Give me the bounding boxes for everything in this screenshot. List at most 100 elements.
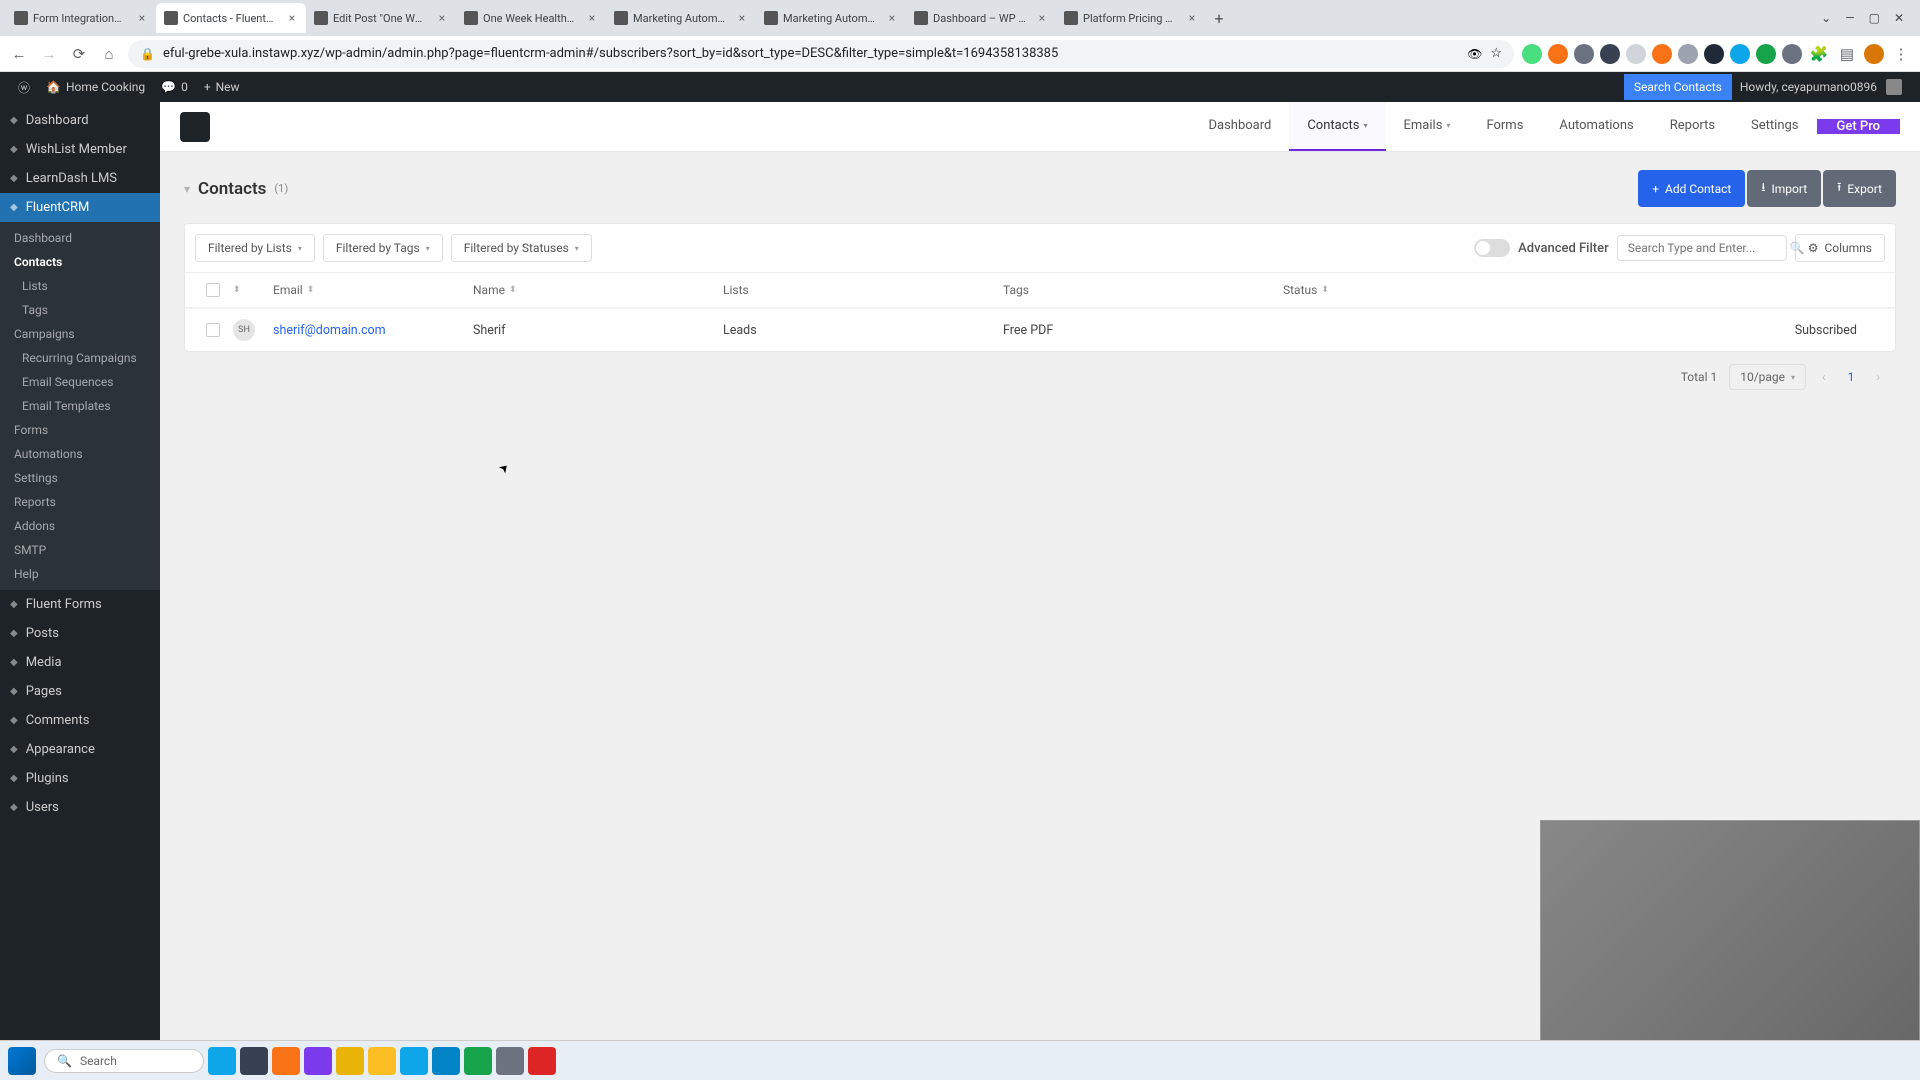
browser-tab[interactable]: Contacts - FluentCRM× bbox=[156, 3, 306, 33]
howdy-user[interactable]: Howdy, ceyapumano0896 bbox=[1732, 79, 1910, 95]
submenu-item[interactable]: Dashboard bbox=[0, 226, 160, 250]
sidebar-item-learndash[interactable]: LearnDash LMS bbox=[0, 164, 160, 193]
profile-avatar[interactable] bbox=[1864, 44, 1884, 64]
nav-emails[interactable]: Emails ▾ bbox=[1386, 102, 1469, 151]
extension-icon[interactable] bbox=[1522, 44, 1542, 64]
fluentcrm-logo-icon[interactable] bbox=[180, 112, 210, 142]
browser-tab[interactable]: Dashboard – WP Manag× bbox=[906, 3, 1056, 33]
nav-settings[interactable]: Settings bbox=[1733, 102, 1816, 151]
submenu-item[interactable]: Email Sequences bbox=[0, 370, 160, 394]
column-status[interactable]: Status ⬍ bbox=[1283, 283, 1887, 297]
sidebar-item-fluentforms[interactable]: Fluent Forms bbox=[0, 590, 160, 619]
extension-icon[interactable] bbox=[1782, 44, 1802, 64]
submenu-item[interactable]: Addons bbox=[0, 514, 160, 538]
nav-reports[interactable]: Reports bbox=[1652, 102, 1733, 151]
search-contacts-button[interactable]: Search Contacts bbox=[1624, 74, 1732, 100]
nav-forms[interactable]: Forms bbox=[1468, 102, 1541, 151]
submenu-item[interactable]: Lists bbox=[0, 274, 160, 298]
close-icon[interactable]: × bbox=[136, 12, 148, 24]
side-panel-icon[interactable]: ▤ bbox=[1836, 43, 1858, 65]
submenu-item[interactable]: Reports bbox=[0, 490, 160, 514]
nav-dashboard[interactable]: Dashboard bbox=[1190, 102, 1289, 151]
submenu-item[interactable]: Recurring Campaigns bbox=[0, 346, 160, 370]
close-button[interactable]: ✕ bbox=[1894, 11, 1904, 25]
submenu-item[interactable]: Automations bbox=[0, 442, 160, 466]
import-button[interactable]: ⭳Import bbox=[1747, 170, 1821, 207]
url-bar[interactable]: 🔒 eful-grebe-xula.instawp.xyz/wp-admin/a… bbox=[128, 40, 1514, 68]
browser-tab[interactable]: Marketing Automation F× bbox=[756, 3, 906, 33]
filter-tags[interactable]: Filtered by Tags▾ bbox=[323, 234, 443, 262]
new-content[interactable]: + New bbox=[196, 80, 248, 94]
taskbar-app-icon[interactable] bbox=[496, 1047, 524, 1075]
comments-link[interactable]: 💬 0 bbox=[153, 80, 196, 94]
submenu-item[interactable]: SMTP bbox=[0, 538, 160, 562]
contact-email-link[interactable]: sherif@domain.com bbox=[273, 323, 473, 338]
extensions-menu-icon[interactable]: 🧩 bbox=[1808, 43, 1830, 65]
close-icon[interactable]: × bbox=[886, 12, 898, 24]
site-link[interactable]: 🏠 Home Cooking bbox=[38, 80, 153, 94]
sidebar-item-plugins[interactable]: Plugins bbox=[0, 764, 160, 793]
column-email[interactable]: Email⬍ bbox=[273, 283, 473, 297]
extension-icon[interactable] bbox=[1678, 44, 1698, 64]
submenu-item[interactable]: Settings bbox=[0, 466, 160, 490]
close-icon[interactable]: × bbox=[286, 12, 298, 24]
close-icon[interactable]: × bbox=[736, 12, 748, 24]
taskbar-app-icon[interactable] bbox=[240, 1047, 268, 1075]
sidebar-item-pages[interactable]: Pages bbox=[0, 677, 160, 706]
select-all-checkbox[interactable] bbox=[206, 283, 220, 297]
close-icon[interactable]: × bbox=[586, 12, 598, 24]
filter-statuses[interactable]: Filtered by Statuses▾ bbox=[451, 234, 592, 262]
back-button[interactable]: ← bbox=[8, 43, 30, 65]
sidebar-item-appearance[interactable]: Appearance bbox=[0, 735, 160, 764]
home-button[interactable]: ⌂ bbox=[98, 43, 120, 65]
close-icon[interactable]: × bbox=[436, 12, 448, 24]
extension-icon[interactable] bbox=[1730, 44, 1750, 64]
sidebar-item-posts[interactable]: Posts bbox=[0, 619, 160, 648]
start-button[interactable] bbox=[8, 1047, 36, 1075]
hide-icon[interactable]: 👁 bbox=[1467, 47, 1482, 61]
browser-tab[interactable]: Platform Pricing & Feat× bbox=[1056, 3, 1206, 33]
extension-icon[interactable] bbox=[1756, 44, 1776, 64]
extension-icon[interactable] bbox=[1652, 44, 1672, 64]
maximize-button[interactable]: ▢ bbox=[1869, 11, 1880, 25]
search-input-wrap[interactable]: 🔍 bbox=[1617, 235, 1787, 261]
new-tab-button[interactable]: + bbox=[1206, 5, 1232, 31]
taskbar-app-icon[interactable] bbox=[304, 1047, 332, 1075]
submenu-item-contacts[interactable]: Contacts bbox=[0, 250, 160, 274]
taskbar-app-icon[interactable] bbox=[400, 1047, 428, 1075]
taskbar-app-icon[interactable] bbox=[272, 1047, 300, 1075]
forward-button[interactable]: → bbox=[38, 43, 60, 65]
page-size-select[interactable]: 10/page▾ bbox=[1729, 364, 1806, 390]
submenu-item[interactable]: Help bbox=[0, 562, 160, 586]
sidebar-item-users[interactable]: Users bbox=[0, 793, 160, 822]
chevron-down-icon[interactable]: ▾ bbox=[184, 182, 190, 196]
submenu-item[interactable]: Email Templates bbox=[0, 394, 160, 418]
extension-icon[interactable] bbox=[1704, 44, 1724, 64]
export-button[interactable]: ⭱Export bbox=[1823, 170, 1896, 207]
next-page-button[interactable]: › bbox=[1872, 370, 1884, 384]
advanced-filter-toggle[interactable] bbox=[1474, 239, 1510, 257]
menu-icon[interactable]: ⋮ bbox=[1890, 43, 1912, 65]
extension-icon[interactable] bbox=[1600, 44, 1620, 64]
taskbar-app-icon[interactable] bbox=[208, 1047, 236, 1075]
extension-icon[interactable] bbox=[1548, 44, 1568, 64]
column-name[interactable]: Name⬍ bbox=[473, 283, 723, 297]
chevron-down-icon[interactable]: ⌄ bbox=[1821, 11, 1831, 25]
browser-tab[interactable]: Form Integrations – Flue× bbox=[6, 3, 156, 33]
sort-default[interactable]: ⬍ bbox=[233, 285, 273, 295]
taskbar-app-icon[interactable] bbox=[368, 1047, 396, 1075]
submenu-item[interactable]: Forms bbox=[0, 418, 160, 442]
nav-automations[interactable]: Automations bbox=[1541, 102, 1651, 151]
taskbar-app-icon[interactable] bbox=[464, 1047, 492, 1075]
close-icon[interactable]: × bbox=[1036, 12, 1048, 24]
sidebar-item-dashboard[interactable]: Dashboard bbox=[0, 106, 160, 135]
table-row[interactable]: SH sherif@domain.com Sherif Leads Free P… bbox=[185, 308, 1895, 351]
sidebar-item-media[interactable]: Media bbox=[0, 648, 160, 677]
row-checkbox[interactable] bbox=[206, 323, 220, 337]
submenu-item[interactable]: Tags bbox=[0, 298, 160, 322]
browser-tab[interactable]: Marketing Automation F× bbox=[606, 3, 756, 33]
bookmark-icon[interactable]: ☆ bbox=[1490, 46, 1502, 61]
nav-contacts[interactable]: Contacts ▾ bbox=[1289, 102, 1385, 151]
taskbar-app-icon[interactable] bbox=[336, 1047, 364, 1075]
search-input[interactable] bbox=[1628, 241, 1784, 255]
